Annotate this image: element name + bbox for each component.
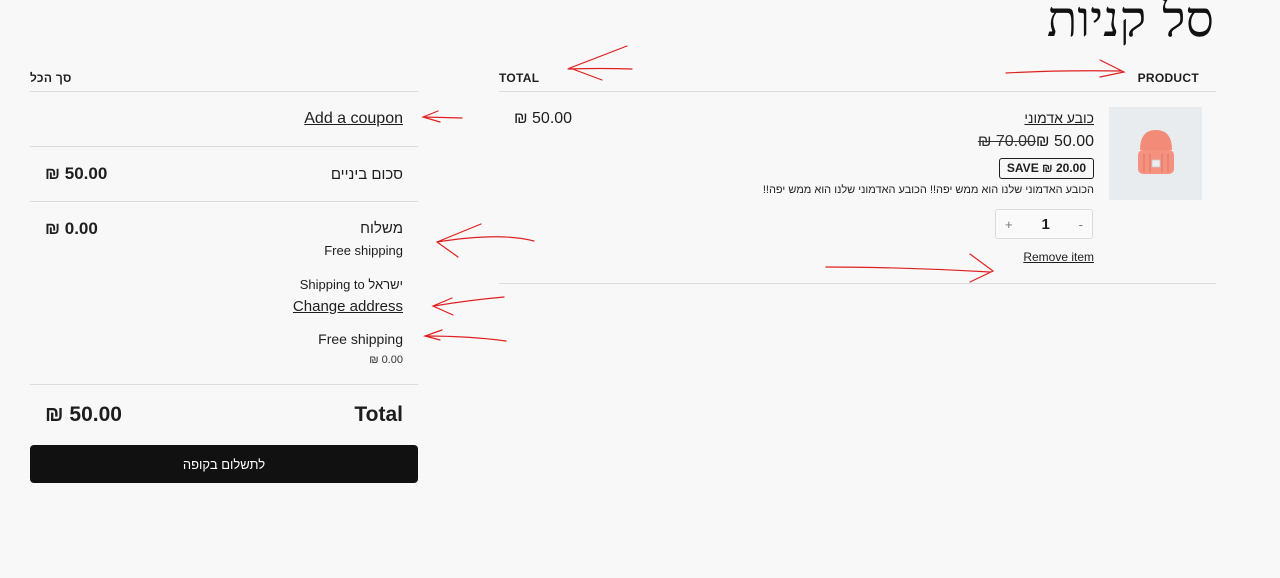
quantity-decrease-button[interactable]: - [1079,217,1083,232]
summary-header-divider [30,91,418,92]
total-label: Total [354,403,403,426]
original-price: ₪ 70.00 [977,133,1036,150]
arrow-to-change-address [431,296,505,316]
shipping-value: ₪ 0.00 [45,219,98,238]
shipping-option[interactable]: Free shipping [318,331,403,347]
product-description: הכובע האדמוני שלנו הוא ממש יפה!! הכובע ה… [762,184,1094,196]
total-value: ₪ 50.00 [45,403,122,426]
arrow-to-total-header [567,45,633,81]
shipping-divider [30,384,418,385]
product-name-link[interactable]: כובע אדמוני [1024,110,1094,126]
shipping-label: משלוח [360,220,403,237]
quantity-value[interactable]: 1 [1041,216,1049,233]
subtotal-value: ₪ 50.00 [45,164,108,183]
annotation-arrows [421,45,1126,342]
sale-price: ₪ 50.00 [1035,133,1094,150]
change-address-link[interactable]: Change address [293,298,403,315]
add-coupon-link[interactable]: Add a coupon [304,110,403,128]
beanie-hat-icon [1137,129,1174,174]
shipping-method-note: Free shipping [324,243,403,258]
total-column-header: TOTAL [499,71,540,85]
arrow-to-coupon [421,110,463,123]
summary-header: סך הכל [30,71,72,85]
coupon-divider [30,146,418,147]
page-title: סל קניות [1046,0,1214,48]
cart-header-divider [499,91,1216,92]
cart-row-divider [499,283,1216,284]
shipping-destination: Shipping to ישראל [299,277,403,292]
line-total: ₪ 50.00 [514,110,573,127]
checkout-button[interactable]: לתשלום בקופה [30,445,418,483]
product-image[interactable] [1109,107,1202,200]
subtotal-label: סכום ביניים [330,166,403,183]
quantity-stepper: + 1 - [995,209,1093,239]
product-price: ₪ 70.00₪ 50.00 [974,133,1094,151]
arrow-to-shipping-label [435,223,535,258]
quantity-increase-button[interactable]: + [1005,217,1013,232]
remove-item-link[interactable]: Remove item [1023,250,1094,264]
arrow-to-product-header [1005,59,1126,78]
save-badge: SAVE ₪ 20.00 [998,158,1094,179]
subtotal-divider [30,201,418,202]
product-column-header: PRODUCT [1137,71,1199,85]
arrow-to-free-shipping [422,329,507,342]
arrow-to-remove-item [825,253,995,283]
shipping-option-price: ₪ 0.00 [369,354,403,366]
